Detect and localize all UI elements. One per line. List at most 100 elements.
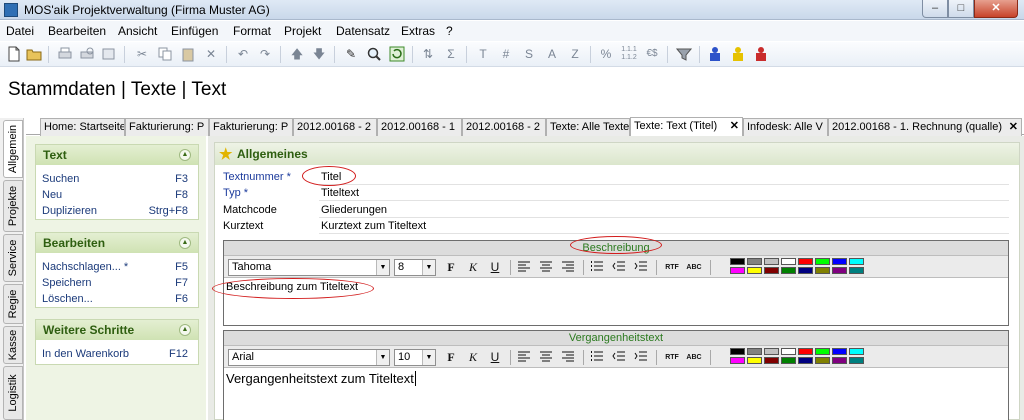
tab-2012-00168-b[interactable]: 2012.00168 - 1 bbox=[377, 118, 462, 136]
print-icon[interactable] bbox=[57, 46, 73, 62]
font-select[interactable]: Arial ▼ bbox=[228, 349, 390, 366]
redo-icon[interactable]: ↷ bbox=[257, 46, 273, 62]
underline-button[interactable]: U bbox=[487, 260, 503, 275]
color-swatch[interactable] bbox=[781, 348, 796, 355]
spellcheck-button[interactable]: ABC bbox=[686, 260, 702, 275]
menu-einfuegen[interactable]: Einfügen bbox=[171, 24, 218, 38]
up-icon[interactable]: 🡅 bbox=[289, 46, 305, 62]
menu-format[interactable]: Format bbox=[233, 24, 271, 38]
minimize-button[interactable]: – bbox=[922, 0, 948, 18]
beschreibung-text-area[interactable]: Beschreibung zum Titeltext bbox=[224, 278, 1008, 325]
close-tab-icon[interactable]: ✕ bbox=[1009, 119, 1018, 135]
t-icon[interactable]: T bbox=[475, 46, 491, 62]
color-swatch[interactable] bbox=[781, 357, 796, 364]
group-title[interactable]: Bearbeiten ▲ bbox=[36, 233, 198, 253]
sidebar-item-suchen[interactable]: Suchen F3 bbox=[36, 171, 198, 187]
sidebar-item-nachschlagen[interactable]: Nachschlagen... * F5 bbox=[36, 259, 198, 275]
tab-2012-00168-c[interactable]: 2012.00168 - 2 bbox=[462, 118, 546, 136]
tab-fakturierung-1[interactable]: Fakturierung: P bbox=[125, 118, 209, 136]
user-yellow-icon[interactable] bbox=[730, 46, 746, 62]
spellcheck-button[interactable]: ABC bbox=[686, 350, 702, 365]
bullet-list-icon[interactable] bbox=[589, 350, 605, 365]
side-tab-service[interactable]: Service bbox=[3, 234, 23, 282]
group-title[interactable]: Weitere Schritte ▲ bbox=[36, 320, 198, 340]
tab-rechnung-qualle[interactable]: 2012.00168 - 1. Rechnung (qualle) ✕ bbox=[828, 118, 1022, 136]
new-icon[interactable] bbox=[6, 46, 22, 62]
color-swatch[interactable] bbox=[798, 357, 813, 364]
color-swatch[interactable] bbox=[849, 348, 864, 355]
color-swatch[interactable] bbox=[764, 357, 779, 364]
font-size-select[interactable]: 10 ▼ bbox=[394, 349, 436, 366]
align-center-icon[interactable] bbox=[538, 350, 554, 365]
numbers-icon[interactable]: 1.1.1 1.1.2 bbox=[621, 46, 637, 62]
bold-button[interactable]: F bbox=[443, 260, 459, 275]
collapse-icon[interactable]: ▲ bbox=[179, 324, 191, 336]
search-icon[interactable] bbox=[366, 46, 382, 62]
refresh-icon[interactable] bbox=[389, 46, 405, 62]
bold-button[interactable]: F bbox=[443, 350, 459, 365]
undo-icon[interactable]: ↶ bbox=[235, 46, 251, 62]
underline-button[interactable]: U bbox=[487, 350, 503, 365]
close-tab-icon[interactable]: ✕ bbox=[730, 118, 739, 134]
side-tab-allgemein[interactable]: Allgemein bbox=[3, 120, 23, 178]
color-swatch[interactable] bbox=[798, 348, 813, 355]
side-tab-regie[interactable]: Regie bbox=[3, 284, 23, 324]
kurztext-field[interactable]: Kurztext zum Titeltext bbox=[319, 219, 1009, 234]
tab-texte-alle[interactable]: Texte: Alle Texte bbox=[546, 118, 630, 136]
matchcode-field[interactable]: Gliederungen bbox=[319, 203, 1009, 218]
outdent-icon[interactable] bbox=[611, 260, 627, 275]
filter-off-icon[interactable] bbox=[675, 46, 693, 62]
rtf-button[interactable]: RTF bbox=[664, 260, 680, 275]
color-swatch[interactable] bbox=[798, 267, 813, 274]
vergangenheitstext-text-area[interactable]: Vergangenheitstext zum Titeltext bbox=[224, 368, 1008, 420]
color-swatch[interactable] bbox=[747, 348, 762, 355]
s-icon[interactable]: S bbox=[521, 46, 537, 62]
color-swatch[interactable] bbox=[781, 258, 796, 265]
close-button[interactable]: ✕ bbox=[974, 0, 1018, 18]
font-size-select[interactable]: 8 ▼ bbox=[394, 259, 436, 276]
grid-icon[interactable]: # bbox=[498, 46, 514, 62]
tab-home[interactable]: Home: Startseite bbox=[40, 118, 125, 136]
menu-help[interactable]: ? bbox=[446, 24, 453, 38]
tab-infodesk[interactable]: Infodesk: Alle V bbox=[743, 118, 828, 136]
delete-icon[interactable]: ✕ bbox=[203, 46, 219, 62]
align-left-icon[interactable] bbox=[516, 350, 532, 365]
menu-extras[interactable]: Extras bbox=[401, 24, 435, 38]
indent-icon[interactable] bbox=[633, 260, 649, 275]
side-tab-projekte[interactable]: Projekte bbox=[3, 180, 23, 232]
side-tab-logistik[interactable]: Logistik bbox=[3, 366, 23, 420]
color-swatch[interactable] bbox=[815, 267, 830, 274]
color-swatch[interactable] bbox=[832, 348, 847, 355]
outdent-icon[interactable] bbox=[611, 350, 627, 365]
color-swatch[interactable] bbox=[730, 267, 745, 274]
sort-icon[interactable]: ⇅ bbox=[420, 46, 436, 62]
user-red-icon[interactable] bbox=[753, 46, 769, 62]
maximize-button[interactable]: □ bbox=[948, 0, 974, 18]
cut-icon[interactable]: ✂ bbox=[134, 46, 150, 62]
color-swatch[interactable] bbox=[747, 258, 762, 265]
copy-icon[interactable] bbox=[157, 46, 173, 62]
color-swatch[interactable] bbox=[747, 357, 762, 364]
color-swatch[interactable] bbox=[849, 258, 864, 265]
indent-icon[interactable] bbox=[633, 350, 649, 365]
edit-icon[interactable]: ✎ bbox=[343, 46, 359, 62]
menu-bearbeiten[interactable]: Bearbeiten bbox=[48, 24, 106, 38]
open-icon[interactable] bbox=[26, 46, 42, 62]
color-swatch[interactable] bbox=[815, 357, 830, 364]
collapse-icon[interactable]: ▲ bbox=[179, 149, 191, 161]
sidebar-item-neu[interactable]: Neu F8 bbox=[36, 187, 198, 203]
sidebar-item-loeschen[interactable]: Löschen... F6 bbox=[36, 291, 198, 307]
rtf-button[interactable]: RTF bbox=[664, 350, 680, 365]
color-swatch[interactable] bbox=[730, 357, 745, 364]
print-preview-icon[interactable] bbox=[79, 46, 95, 62]
align-right-icon[interactable] bbox=[560, 350, 576, 365]
collapse-icon[interactable]: ▲ bbox=[179, 237, 191, 249]
tab-2012-00168-a[interactable]: 2012.00168 - 2 bbox=[293, 118, 377, 136]
italic-button[interactable]: K bbox=[465, 260, 481, 275]
menu-projekt[interactable]: Projekt bbox=[284, 24, 321, 38]
sidebar-item-duplizieren[interactable]: Duplizieren Strg+F8 bbox=[36, 203, 198, 219]
tab-fakturierung-2[interactable]: Fakturierung: P bbox=[209, 118, 293, 136]
color-swatch[interactable] bbox=[849, 267, 864, 274]
sum-icon[interactable]: Σ bbox=[443, 46, 459, 62]
color-swatch[interactable] bbox=[815, 258, 830, 265]
